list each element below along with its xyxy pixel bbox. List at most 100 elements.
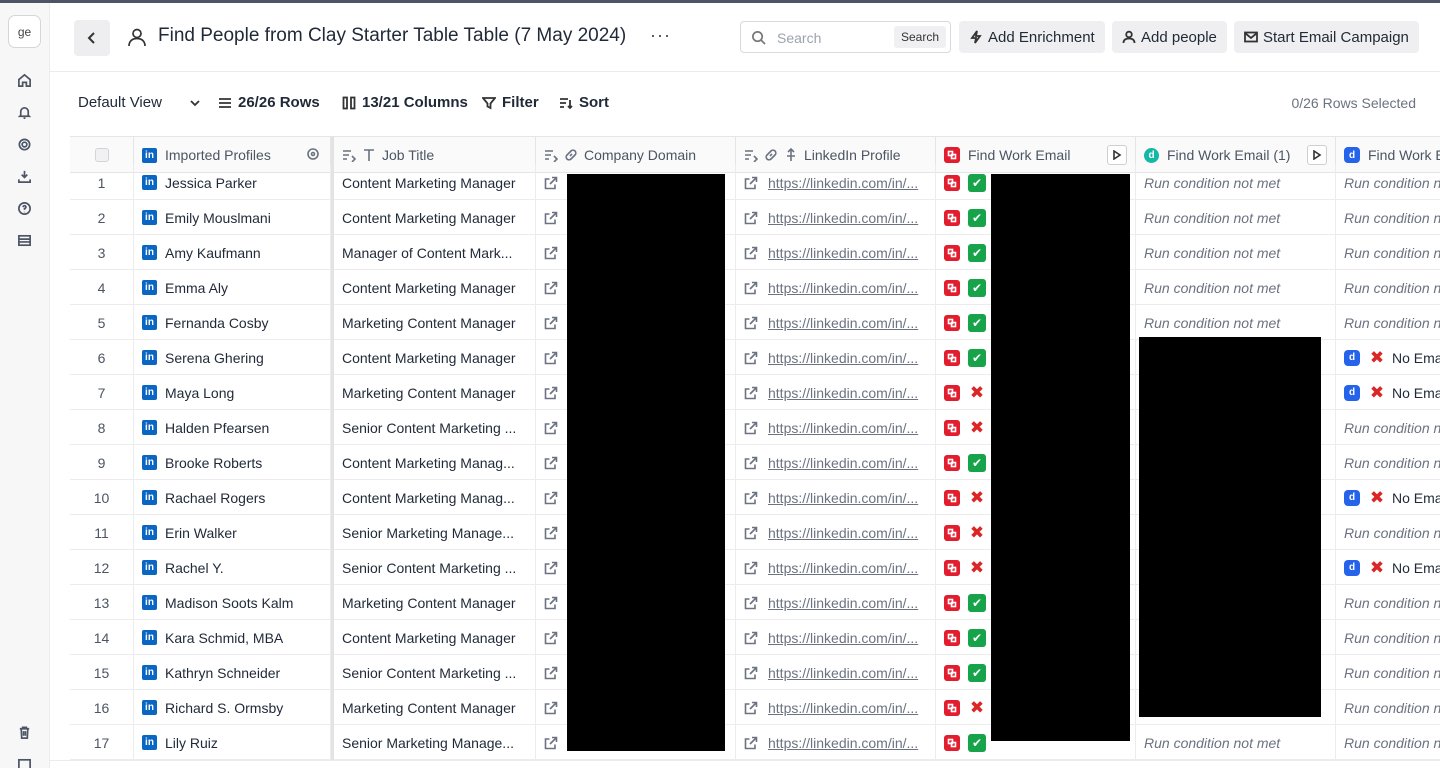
external-link-icon[interactable] (744, 351, 758, 365)
imported-profile-cell[interactable]: in Amy Kaufmann (134, 235, 331, 270)
external-link-icon[interactable] (744, 211, 758, 225)
linkedin-profile-cell[interactable]: https://linkedin.com/in/... (736, 305, 936, 340)
imported-profile-cell[interactable]: in Kathryn Schneider (134, 655, 331, 690)
job-title-cell[interactable]: Senior Marketing Manage... (334, 515, 536, 550)
external-link-icon[interactable] (544, 351, 558, 365)
find-work-email-2-cell[interactable]: Run condition not met (1336, 620, 1440, 655)
external-link-icon[interactable] (744, 631, 758, 645)
linkedin-profile-cell[interactable]: https://linkedin.com/in/... (736, 270, 936, 305)
table-row[interactable]: 4 in Emma Aly Content Marketing Manager http… (70, 270, 1440, 305)
trash-icon[interactable] (15, 723, 33, 741)
job-title-cell[interactable]: Content Marketing Manag... (334, 445, 536, 480)
external-link-icon[interactable] (544, 316, 558, 330)
imported-profile-cell[interactable]: in Fernanda Cosby (134, 305, 331, 340)
search-input[interactable] (777, 28, 887, 48)
linkedin-url[interactable]: https://linkedin.com/in/... (768, 350, 918, 366)
find-work-email-1-cell[interactable]: Run condition not met (1136, 200, 1336, 235)
find-work-email-2-cell[interactable]: Run condition not met (1336, 235, 1440, 270)
job-title-cell[interactable]: Manager of Content Mark... (334, 235, 536, 270)
external-link-icon[interactable] (744, 701, 758, 715)
row-number[interactable]: 1 (70, 165, 134, 200)
find-work-email-2-cell[interactable]: Run condition not met (1336, 725, 1440, 760)
start-email-campaign-button[interactable]: Start Email Campaign (1234, 21, 1419, 53)
find-work-email-1-cell[interactable]: Run condition not met (1136, 235, 1336, 270)
row-number[interactable]: 10 (70, 480, 134, 515)
imported-profile-cell[interactable]: in Serena Ghering (134, 340, 331, 375)
external-link-icon[interactable] (544, 456, 558, 470)
columns-button[interactable]: 13/21 Columns (342, 94, 468, 111)
job-title-cell[interactable]: Content Marketing Manager (334, 165, 536, 200)
external-link-icon[interactable] (544, 421, 558, 435)
row-number[interactable]: 5 (70, 305, 134, 340)
linkedin-url[interactable]: https://linkedin.com/in/... (768, 665, 918, 681)
linkedin-url[interactable]: https://linkedin.com/in/... (768, 525, 918, 541)
find-work-email-1-cell[interactable]: Run condition not met (1136, 305, 1336, 340)
external-link-icon[interactable] (744, 281, 758, 295)
external-link-icon[interactable] (544, 526, 558, 540)
add-people-button[interactable]: Add people (1112, 21, 1227, 53)
row-number[interactable]: 11 (70, 515, 134, 550)
search-button[interactable]: Search (893, 26, 946, 48)
imported-profile-cell[interactable]: in Richard S. Ormsby (134, 690, 331, 725)
find-work-email-2-cell[interactable]: Run condition not met (1336, 585, 1440, 620)
imported-profile-cell[interactable]: in Emma Aly (134, 270, 331, 305)
find-work-email-1-cell[interactable]: Run condition not met (1136, 725, 1336, 760)
row-number[interactable]: 16 (70, 690, 134, 725)
imported-profile-cell[interactable]: in Rachael Rogers (134, 480, 331, 515)
external-link-icon[interactable] (744, 456, 758, 470)
table-row[interactable]: 17 in Lily Ruiz Senior Marketing Manage... h… (70, 725, 1440, 760)
external-link-icon[interactable] (744, 736, 758, 750)
sort-button[interactable]: Sort (559, 94, 609, 111)
external-link-icon[interactable] (744, 596, 758, 610)
linkedin-url[interactable]: https://linkedin.com/in/... (768, 595, 918, 611)
job-title-cell[interactable]: Marketing Content Manager (334, 690, 536, 725)
select-all-checkbox[interactable] (94, 148, 109, 162)
linkedin-url[interactable]: https://linkedin.com/in/... (768, 280, 918, 296)
linkedin-url[interactable]: https://linkedin.com/in/... (768, 700, 918, 716)
external-link-icon[interactable] (544, 246, 558, 260)
linkedin-url[interactable]: https://linkedin.com/in/... (768, 490, 918, 506)
row-number[interactable]: 8 (70, 410, 134, 445)
job-title-cell[interactable]: Content Marketing Manager (334, 620, 536, 655)
find-work-email-2-cell[interactable]: Run condition not met (1336, 270, 1440, 305)
rows-button[interactable]: 26/26 Rows (218, 94, 320, 111)
linkedin-profile-cell[interactable]: https://linkedin.com/in/... (736, 655, 936, 690)
row-number[interactable]: 17 (70, 725, 134, 760)
external-link-icon[interactable] (744, 421, 758, 435)
linkedin-profile-cell[interactable]: https://linkedin.com/in/... (736, 235, 936, 270)
job-title-cell[interactable]: Senior Content Marketing ... (334, 410, 536, 445)
target-icon[interactable] (306, 147, 320, 161)
linkedin-profile-cell[interactable]: https://linkedin.com/in/... (736, 550, 936, 585)
linkedin-profile-cell[interactable]: https://linkedin.com/in/... (736, 585, 936, 620)
external-link-icon[interactable] (744, 561, 758, 575)
table-row[interactable]: 5 in Fernanda Cosby Marketing Content Manag… (70, 305, 1440, 340)
row-number[interactable]: 7 (70, 375, 134, 410)
help-icon[interactable] (15, 199, 33, 217)
external-link-icon[interactable] (744, 246, 758, 260)
row-number[interactable]: 6 (70, 340, 134, 375)
linkedin-url[interactable]: https://linkedin.com/in/... (768, 315, 918, 331)
imported-profile-cell[interactable]: in Jessica Parker (134, 165, 331, 200)
linkedin-url[interactable]: https://linkedin.com/in/... (768, 420, 918, 436)
linkedin-profile-cell[interactable]: https://linkedin.com/in/... (736, 480, 936, 515)
job-title-cell[interactable]: Marketing Content Manager (334, 375, 536, 410)
external-link-icon[interactable] (744, 526, 758, 540)
external-link-icon[interactable] (744, 666, 758, 680)
job-title-cell[interactable]: Marketing Content Manager (334, 585, 536, 620)
imported-profile-cell[interactable]: in Madison Soots Kalm (134, 585, 331, 620)
horizontal-scrollbar[interactable] (50, 760, 1440, 768)
find-work-email-2-cell[interactable]: Run condition not met (1336, 200, 1440, 235)
job-title-cell[interactable]: Senior Marketing Manage... (334, 725, 536, 760)
external-link-icon[interactable] (544, 176, 558, 190)
external-link-icon[interactable] (544, 666, 558, 680)
external-link-icon[interactable] (544, 736, 558, 750)
linkedin-url[interactable]: https://linkedin.com/in/... (768, 630, 918, 646)
external-link-icon[interactable] (544, 281, 558, 295)
bell-icon[interactable] (15, 103, 33, 121)
filter-button[interactable]: Filter (482, 94, 539, 111)
find-work-email-2-cell[interactable]: d ✖ No Ema (1336, 480, 1440, 515)
row-number[interactable]: 4 (70, 270, 134, 305)
table-row[interactable]: 1 in Jessica Parker Content Marketing Manag… (70, 165, 1440, 200)
find-work-email-2-cell[interactable]: Run condition not met (1336, 445, 1440, 480)
frozen-column-divider[interactable] (331, 136, 334, 760)
